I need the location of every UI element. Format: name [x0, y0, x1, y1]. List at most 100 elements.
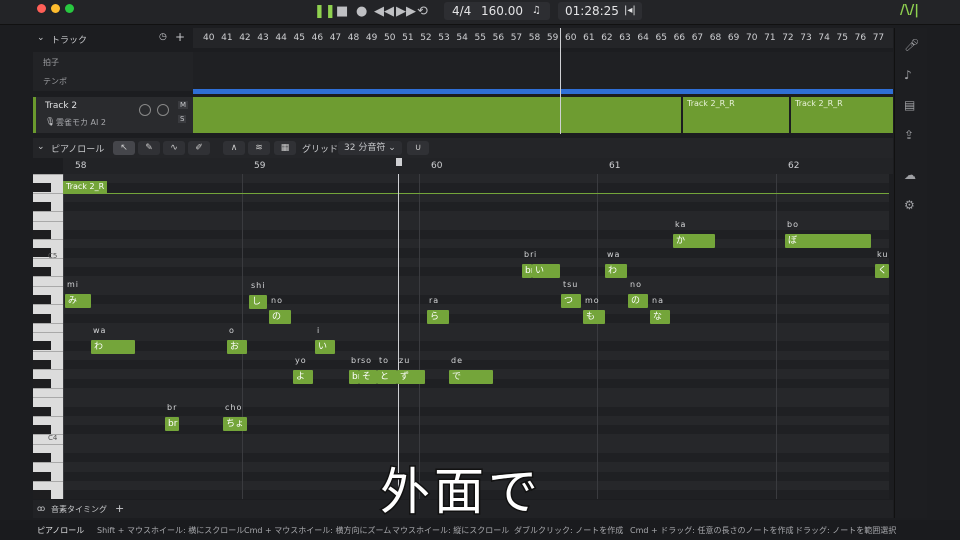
mute-button[interactable]: M	[178, 101, 189, 109]
black-key[interactable]	[33, 341, 51, 351]
black-key[interactable]	[33, 294, 51, 304]
note-yo[interactable]: よ	[293, 370, 313, 384]
waveform-toggle-icon[interactable]: ≋	[248, 141, 270, 155]
add-track-button[interactable]: +	[175, 30, 185, 44]
playhead-top[interactable]	[560, 28, 561, 134]
stop-icon[interactable]: ■	[336, 4, 348, 19]
microphone-icon[interactable]: 🎤︎	[904, 38, 919, 52]
fast-forward-icon[interactable]: ▶▶	[396, 4, 416, 19]
time-signature[interactable]: 4/4	[452, 2, 471, 20]
note-o[interactable]: お	[227, 340, 247, 354]
minimize-window-button[interactable]	[51, 4, 60, 13]
solo-button[interactable]: S	[178, 115, 187, 123]
grid-select[interactable]: 32 分音符 ⌄	[338, 141, 402, 155]
black-key[interactable]	[33, 360, 51, 369]
black-key[interactable]	[33, 267, 51, 276]
track-2-header[interactable]: Track 2 🎙 雲雀モカ AI 2 M S	[33, 97, 196, 133]
settings-icon[interactable]: ⚙	[904, 198, 915, 212]
note-bo[interactable]: ぼ	[785, 234, 871, 248]
select-tool-icon[interactable]: ↖	[113, 141, 135, 155]
piano-roll-ruler[interactable]: 58 59 60 61 62	[63, 158, 893, 174]
note-cho[interactable]: ちょ	[223, 417, 247, 431]
note-br[interactable]: br	[522, 264, 534, 278]
clip-r-r-1[interactable]: Track 2_R_R	[683, 97, 789, 133]
zoom-window-button[interactable]	[65, 4, 74, 13]
black-key[interactable]	[33, 453, 51, 462]
playhead-handle[interactable]	[396, 158, 402, 166]
note-mi[interactable]: み	[65, 294, 91, 308]
black-key[interactable]	[33, 406, 51, 416]
note-i[interactable]: い	[315, 340, 335, 354]
black-key[interactable]	[33, 183, 51, 193]
note-ra[interactable]: ら	[427, 310, 449, 324]
clip-label[interactable]: Track 2_R	[63, 181, 108, 193]
record-icon[interactable]: ●	[356, 4, 367, 19]
note-romaji-tsu: tsu	[563, 280, 579, 289]
ruler-measure-69: 69	[727, 33, 740, 43]
note-i[interactable]: い	[532, 264, 560, 278]
add-clock-icon[interactable]: ◷	[159, 32, 167, 42]
timeline-ruler[interactable]: 40 41 42 43 44 45 46 47 48 49 50 51 52 53 54 55 56 57 58 59…	[193, 28, 893, 48]
black-key[interactable]	[33, 378, 51, 388]
note-br[interactable]: br	[165, 417, 179, 431]
volume-knob[interactable]	[139, 104, 151, 116]
magnet-snap-icon[interactable]: ∪	[407, 141, 429, 155]
pitch-curve-toggle-icon[interactable]: ∧	[223, 141, 245, 155]
black-key[interactable]	[33, 425, 51, 435]
note-zu[interactable]: ず	[397, 370, 425, 384]
add-lane-button[interactable]: +	[115, 502, 124, 515]
conductor-lanes	[193, 52, 893, 92]
note-ku[interactable]: く	[875, 264, 889, 278]
grid-icon[interactable]: ▦	[274, 141, 296, 155]
ruler-measure-68: 68	[709, 33, 722, 43]
note-no[interactable]: の	[269, 310, 291, 324]
metronome-icon[interactable]: ♫	[532, 2, 541, 20]
black-key[interactable]	[33, 471, 51, 481]
singer-name[interactable]: 雲雀モカ AI 2	[56, 117, 106, 128]
pitch-tool-icon[interactable]: ∿	[163, 141, 185, 155]
note-grid[interactable]: Track 2_R み mi わ wa ちょ cho br br お o し shi の no よ yo い i br…	[63, 174, 889, 499]
note-to[interactable]: と	[377, 370, 397, 384]
ruler-measure-63: 63	[619, 33, 631, 43]
note-no[interactable]: の	[628, 294, 648, 308]
note-wa[interactable]: わ	[605, 264, 627, 278]
clip-r-r-2[interactable]: Track 2_R_R	[791, 97, 893, 133]
pan-knob[interactable]	[157, 104, 169, 116]
piano-keyboard[interactable]	[33, 174, 63, 499]
note-so[interactable]: そ	[359, 370, 377, 384]
black-key[interactable]	[33, 313, 51, 323]
collapse-chevron-icon[interactable]: ⌄	[37, 33, 45, 43]
piano-roll-toolbar: ⌄ ピアノロール ↖ ✎ ∿ ✐ ∧ ≋ ▦ グリッド 32 分音符 ⌄ ∪	[33, 138, 893, 158]
export-icon[interactable]: ⇪	[904, 128, 914, 142]
ruler-measure-40: 40	[203, 33, 215, 43]
collapse-chevron-icon[interactable]: ⌄	[37, 142, 45, 152]
track-name[interactable]: Track 2	[45, 101, 77, 111]
note-ka[interactable]: か	[673, 234, 715, 248]
note-de[interactable]: で	[449, 370, 493, 384]
playhead[interactable]	[398, 174, 399, 499]
loop-icon[interactable]: ⟲	[417, 4, 428, 19]
black-key[interactable]	[33, 490, 51, 499]
tempo-display[interactable]: 4/4 160.00 ♫	[444, 2, 550, 20]
note-shi[interactable]: し	[249, 295, 267, 309]
note-br[interactable]: br	[349, 370, 361, 384]
note-wa[interactable]: わ	[91, 340, 135, 354]
draw-curve-icon[interactable]: ✐	[188, 141, 210, 155]
snap-to-start-icon[interactable]: |◂|	[624, 2, 636, 20]
ruler-measure-52: 52	[420, 33, 432, 43]
close-window-button[interactable]	[37, 4, 46, 13]
rewind-icon[interactable]: ◀◀	[374, 4, 394, 19]
black-key[interactable]	[33, 201, 51, 211]
pencil-tool-icon[interactable]: ✎	[138, 141, 160, 155]
cloud-icon[interactable]: ☁	[904, 168, 916, 182]
pause-icon[interactable]: ❚❚	[314, 4, 336, 19]
note-na[interactable]: な	[650, 310, 670, 324]
black-key[interactable]	[33, 229, 51, 239]
note-mo[interactable]: も	[583, 310, 605, 324]
music-note-icon[interactable]: ♪	[904, 68, 912, 82]
track-2-clip[interactable]	[193, 97, 681, 133]
tempo-value[interactable]: 160.00	[481, 2, 523, 20]
piano-roll-title: ピアノロール	[51, 145, 105, 155]
document-icon[interactable]: ▤	[904, 98, 915, 112]
note-tsu[interactable]: つ	[561, 294, 581, 308]
